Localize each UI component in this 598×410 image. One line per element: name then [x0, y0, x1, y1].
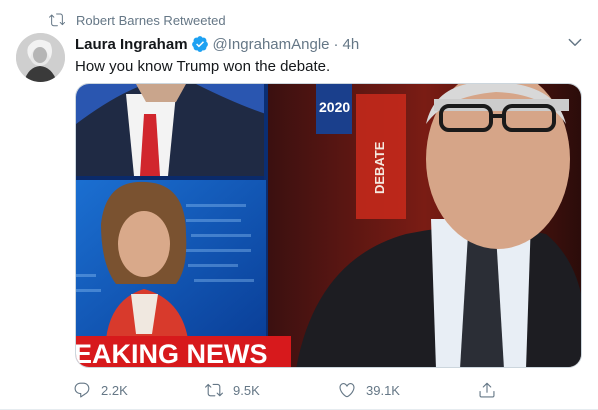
reply-button[interactable]: 2.2K	[73, 378, 128, 402]
tweet-timestamp[interactable]: 4h	[343, 36, 360, 53]
tweet-media-image[interactable]: DEBATE 2020 EAKING NEWS	[75, 83, 582, 368]
like-button[interactable]: 39.1K	[338, 378, 400, 402]
studio-year-sign: 2020	[319, 99, 350, 115]
retweet-context-text: Robert Barnes Retweeted	[76, 12, 226, 28]
reply-icon	[74, 382, 90, 398]
avatar[interactable]	[16, 33, 65, 82]
author-handle[interactable]: @IngrahamAngle	[213, 36, 330, 53]
retweet-count: 9.5K	[233, 382, 260, 398]
like-count: 39.1K	[366, 382, 400, 398]
share-icon	[479, 382, 495, 398]
header-separator: ·	[333, 35, 339, 53]
tv-screenshot-image: DEBATE 2020 EAKING NEWS	[76, 84, 581, 368]
retweet-icon	[49, 13, 65, 27]
chevron-down-icon[interactable]	[566, 33, 584, 51]
retweet-context[interactable]: Robert Barnes Retweeted	[49, 10, 226, 30]
share-button[interactable]	[478, 378, 506, 402]
reply-count: 2.2K	[101, 382, 128, 398]
avatar-image	[16, 33, 65, 82]
studio-debate-sign: DEBATE	[372, 141, 387, 194]
tweet-text: How you know Trump won the debate.	[75, 58, 331, 75]
retweet-button[interactable]: 9.5K	[205, 378, 260, 402]
tweet-action-bar: 2.2K 9.5K 39.1K	[73, 378, 503, 402]
retweet-icon	[205, 383, 223, 397]
breaking-news-banner: EAKING NEWS	[76, 339, 268, 368]
tweet-header: Laura Ingraham @IngrahamAngle · 4h	[75, 34, 359, 54]
verified-badge-icon	[191, 36, 208, 52]
heart-icon	[339, 383, 355, 398]
author-display-name[interactable]: Laura Ingraham	[75, 36, 188, 53]
